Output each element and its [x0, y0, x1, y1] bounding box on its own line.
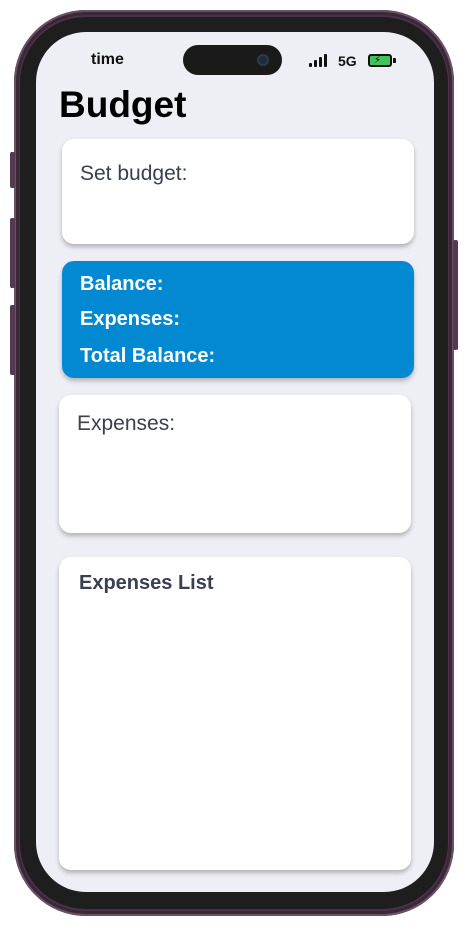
expenses-total-label: Expenses:: [80, 308, 181, 330]
camera-icon: [257, 54, 269, 66]
lightning-bolt-icon: ⚡: [374, 55, 382, 66]
app-screen: time 5G ⚡ Budget Set budget: Balance: Ex…: [36, 32, 434, 892]
signal-bars-icon: [309, 54, 329, 67]
expenses-input-card[interactable]: Expenses:: [59, 395, 411, 533]
expenses-list-card: Expenses List: [59, 557, 411, 870]
expenses-input-label: Expenses:: [77, 412, 176, 435]
page-title: Budget: [59, 84, 187, 125]
action-button: [10, 152, 15, 188]
set-budget-card[interactable]: Set budget:: [62, 139, 414, 244]
battery-tip: [393, 58, 396, 63]
expenses-list-title: Expenses List: [79, 572, 214, 594]
volume-up-button: [10, 218, 15, 288]
total-balance-label: Total Balance:: [80, 345, 216, 367]
status-time: time: [91, 51, 124, 68]
volume-down-button: [10, 305, 15, 375]
dynamic-island: [183, 45, 282, 75]
network-type: 5G: [338, 53, 357, 69]
battery-charging-icon: ⚡: [368, 54, 392, 67]
set-budget-label: Set budget:: [80, 162, 188, 185]
power-button: [453, 240, 458, 350]
balance-summary-card: Balance: Expenses: Total Balance:: [62, 261, 414, 378]
balance-label: Balance:: [80, 273, 164, 295]
